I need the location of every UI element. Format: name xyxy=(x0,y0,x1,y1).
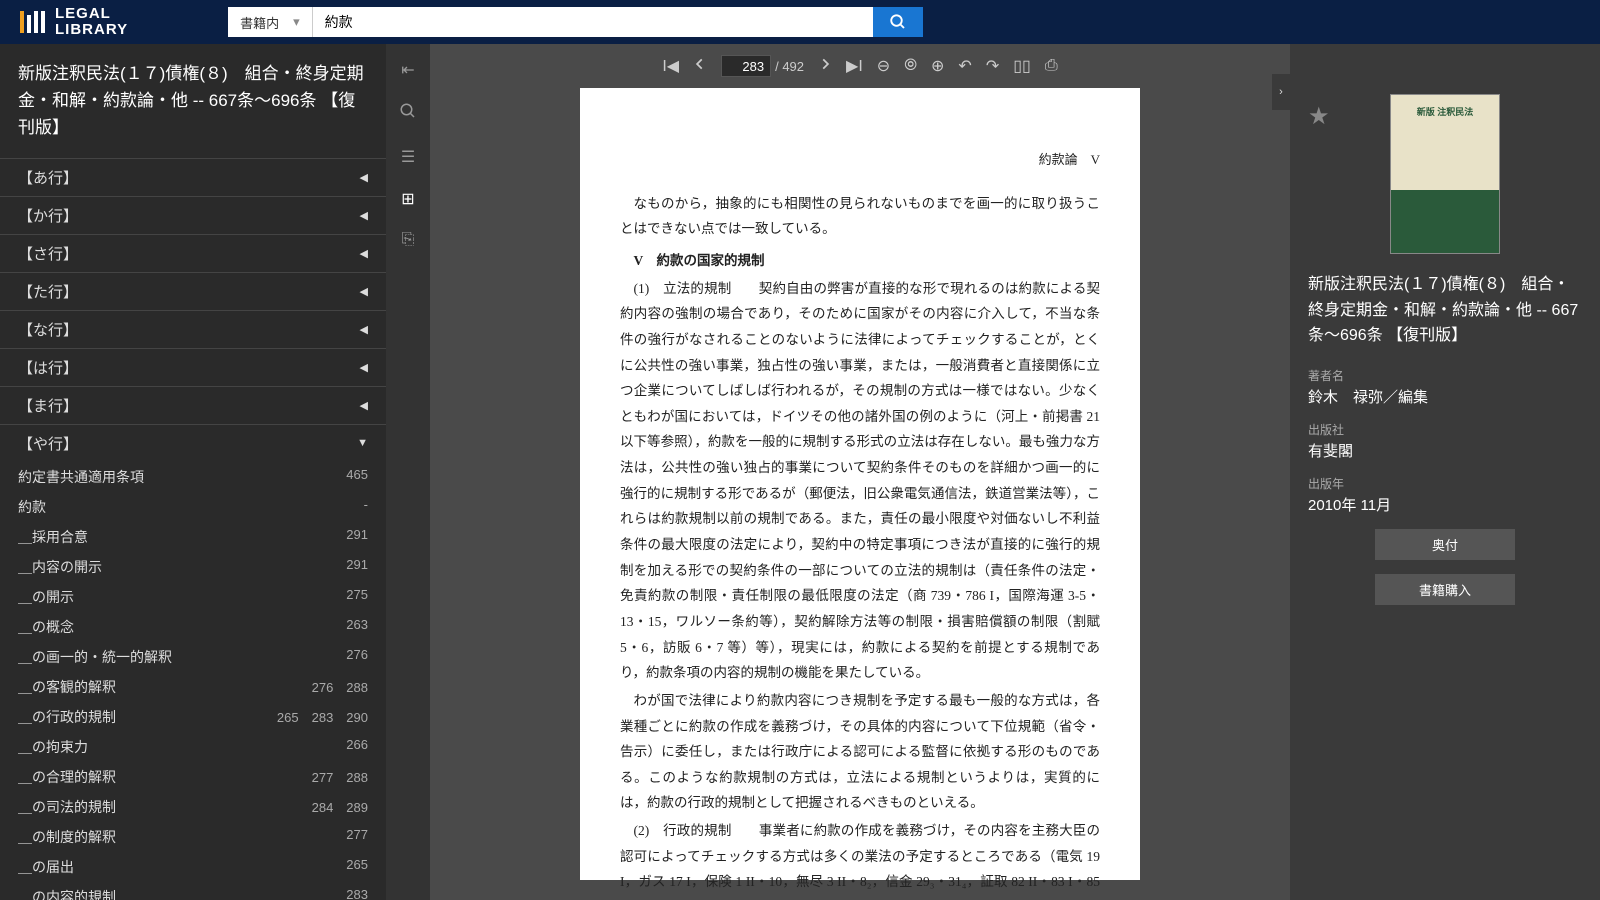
zoom-out-icon[interactable]: ⊖ xyxy=(877,56,890,76)
sidebar-collapse-icon[interactable]: ⇤ xyxy=(401,60,414,80)
index-item[interactable]: ＿の合理的解釈277 288 xyxy=(0,762,386,792)
index-item[interactable]: ＿の拘束力266 xyxy=(0,732,386,762)
meta-title: 新版注釈民法(１７)債権(８) 組合・終身定期金・和解・約款論・他 -- 667… xyxy=(1308,272,1582,349)
publisher-label: 出版社 xyxy=(1308,421,1582,438)
colophon-button[interactable]: 奥付 xyxy=(1375,529,1515,560)
search-scope-select[interactable]: 書籍内 xyxy=(228,7,313,37)
book-cover: 新版 注釈民法 xyxy=(1390,94,1500,254)
index-item[interactable]: ＿の行政的規制265 283 290 xyxy=(0,702,386,732)
last-page-icon[interactable]: ▶I xyxy=(846,56,863,76)
author-value: 鈴木 禄弥／編集 xyxy=(1308,386,1582,407)
index-item[interactable]: ＿の届出265 xyxy=(0,852,386,882)
toc-row[interactable]: 【か行】◀ xyxy=(0,196,386,234)
grid-view-icon[interactable]: ⊞ xyxy=(401,189,414,209)
toc-row[interactable]: 【は行】◀ xyxy=(0,348,386,386)
page-total: / 492 xyxy=(775,59,804,74)
toc-row[interactable]: 【た行】◀ xyxy=(0,272,386,310)
favorite-star-icon[interactable]: ★ xyxy=(1308,102,1330,131)
next-page-icon[interactable] xyxy=(818,57,832,76)
index-item[interactable]: ＿の制度的解釈277 xyxy=(0,822,386,852)
index-item[interactable]: ＿採用合意291 xyxy=(0,522,386,552)
sidebar-search-icon[interactable] xyxy=(399,102,417,125)
page-content: 約款論 V なものから，抽象的にも相関性の見られないものまでを画一的に取り扱うこ… xyxy=(580,88,1140,880)
index-item[interactable]: ＿内容の開示291 xyxy=(0,552,386,582)
toc-row[interactable]: 【ま行】◀ xyxy=(0,386,386,424)
search-icon xyxy=(889,13,907,31)
zoom-reset-icon[interactable]: ⦾ xyxy=(904,57,917,75)
index-item[interactable]: ＿の内容的規制283 xyxy=(0,882,386,900)
search-input[interactable] xyxy=(313,7,873,37)
search-button[interactable] xyxy=(873,7,923,37)
list-view-icon[interactable]: ☰ xyxy=(401,147,415,167)
toc-row[interactable]: 【さ行】◀ xyxy=(0,234,386,272)
bookmark-icon[interactable]: ⎘ xyxy=(402,231,415,249)
toc-row[interactable]: 【な行】◀ xyxy=(0,310,386,348)
purchase-button[interactable]: 書籍購入 xyxy=(1375,574,1515,605)
publisher-value: 有斐閣 xyxy=(1308,440,1582,461)
redo-icon[interactable]: ↷ xyxy=(986,56,999,76)
undo-icon[interactable]: ↶ xyxy=(958,56,971,76)
pubyear-label: 出版年 xyxy=(1308,475,1582,492)
prev-page-icon[interactable] xyxy=(693,57,707,76)
panel-collapse-icon[interactable]: › xyxy=(1272,74,1290,110)
sidebar-book-title: 新版注釈民法(１７)債権(８) 組合・終身定期金・和解・約款論・他 -- 667… xyxy=(0,44,386,158)
first-page-icon[interactable]: I◀ xyxy=(662,56,679,76)
page-running-head: 約款論 V xyxy=(620,148,1100,173)
index-item[interactable]: 約款- xyxy=(0,492,386,522)
pubyear-value: 2010年 11月 xyxy=(1308,494,1582,515)
index-item[interactable]: 約定書共通適用条項465 xyxy=(0,462,386,492)
two-page-icon[interactable]: ▯▯ xyxy=(1013,56,1031,76)
zoom-in-icon[interactable]: ⊕ xyxy=(931,56,944,76)
toc-row[interactable]: 【あ行】◀ xyxy=(0,158,386,196)
index-item[interactable]: ＿の概念263 xyxy=(0,612,386,642)
index-item[interactable]: ＿の司法的規制284 289 xyxy=(0,792,386,822)
toc-row[interactable]: 【や行】▼ xyxy=(0,424,386,462)
index-item[interactable]: ＿の客観的解釈276 288 xyxy=(0,672,386,702)
print-icon[interactable]: ⎙ xyxy=(1045,57,1058,75)
author-label: 著者名 xyxy=(1308,367,1582,384)
page-number-input[interactable] xyxy=(721,55,771,77)
index-item[interactable]: ＿の開示275 xyxy=(0,582,386,612)
index-item[interactable]: ＿の画一的・統一的解釈276 xyxy=(0,642,386,672)
logo[interactable]: LEGALLIBRARY xyxy=(20,6,128,39)
